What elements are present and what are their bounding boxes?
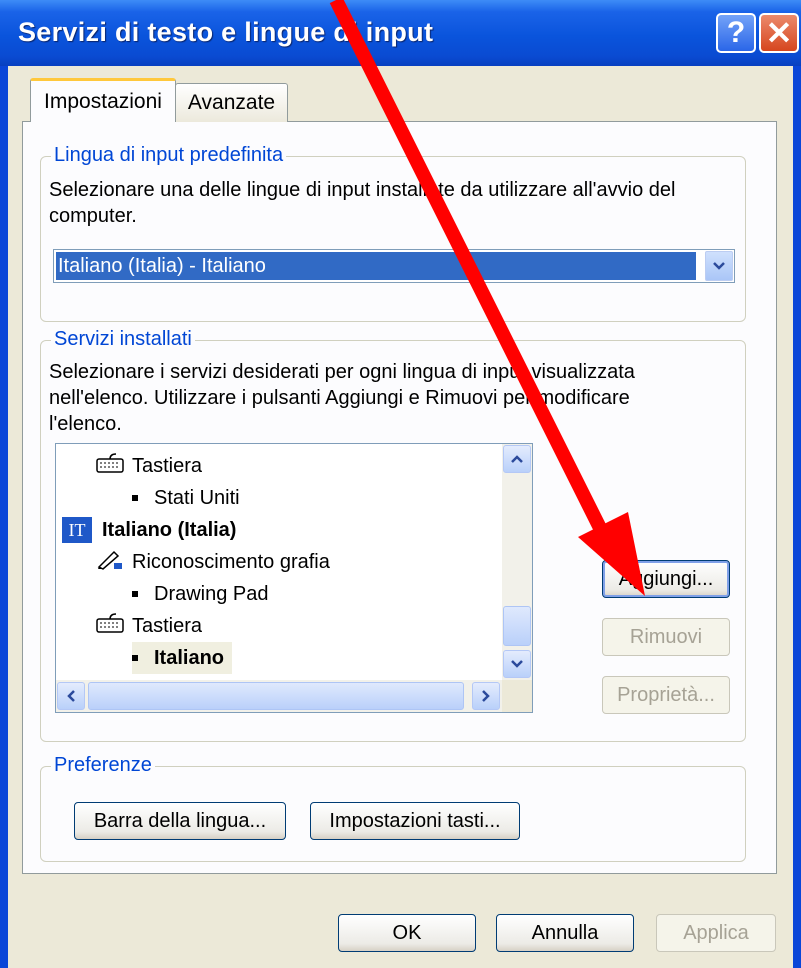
scroll-down-icon[interactable] — [503, 650, 531, 678]
default-language-title: Lingua di input predefinita — [51, 144, 287, 167]
vertical-scroll-thumb[interactable] — [503, 606, 531, 646]
tab-settings[interactable]: Impostazioni — [30, 78, 176, 122]
keyboard-icon — [96, 612, 124, 640]
default-language-desc-2: computer. — [49, 205, 137, 227]
tree-item-label: Italiano (Italia) — [102, 518, 237, 541]
properties-button[interactable]: Proprietà... — [602, 676, 730, 714]
default-language-group: Lingua di input predefinita Selezionare … — [40, 144, 746, 322]
tab-advanced[interactable]: Avanzate — [175, 83, 288, 122]
close-button[interactable]: ✕ — [759, 13, 799, 53]
remove-button[interactable]: Rimuovi — [602, 618, 730, 656]
vertical-scrollbar[interactable] — [502, 444, 532, 680]
tree-item-keyboard-it[interactable]: Tastiera — [96, 610, 202, 642]
tree-item-label: Italiano — [154, 646, 225, 669]
scroll-right-icon[interactable] — [472, 682, 500, 710]
tree-item-italian-italy[interactable]: IT Italiano (Italia) — [62, 514, 236, 546]
key-settings-button[interactable]: Impostazioni tasti... — [310, 802, 520, 840]
tree-item-label: Drawing Pad — [154, 582, 269, 605]
horizontal-scrollbar[interactable] — [56, 680, 502, 712]
tree-item-label: Tastiera — [132, 614, 203, 637]
services-tree-list[interactable]: Tastiera Stati Uniti IT Italiano (Italia… — [55, 443, 533, 713]
scroll-up-icon[interactable] — [503, 445, 531, 473]
tree-item-us-layout[interactable]: Stati Uniti — [132, 482, 240, 514]
tree-item-label: Tastiera — [132, 454, 203, 477]
cancel-button[interactable]: Annulla — [496, 914, 634, 952]
tree-item-drawing-pad[interactable]: Drawing Pad — [132, 578, 269, 610]
scroll-corner — [502, 680, 532, 712]
installed-services-title: Servizi installati — [51, 328, 195, 351]
tree-item-label: Stati Uniti — [154, 486, 240, 509]
tree-item-keyboard-us[interactable]: Tastiera — [96, 450, 202, 482]
installed-services-desc-1: Selezionare i servizi desiderati per ogn… — [49, 361, 635, 383]
help-button[interactable]: ? — [716, 13, 756, 53]
pen-icon — [96, 548, 124, 576]
language-badge-icon: IT — [62, 517, 92, 543]
tree-item-label: Riconoscimento grafia — [132, 550, 330, 573]
installed-services-desc-3: l'elenco. — [49, 413, 122, 435]
bullet-icon — [132, 591, 138, 597]
default-language-combobox[interactable]: Italiano (Italia) - Italiano — [53, 249, 735, 283]
default-language-selected: Italiano (Italia) - Italiano — [56, 252, 696, 280]
apply-button[interactable]: Applica — [656, 914, 776, 952]
bullet-icon — [132, 655, 138, 661]
tree-item-italian-layout[interactable]: Italiano — [132, 642, 233, 674]
language-bar-button[interactable]: Barra della lingua... — [74, 802, 286, 840]
default-language-desc-1: Selezionare una delle lingue di input in… — [49, 179, 676, 201]
add-button[interactable]: Aggiungi... — [602, 560, 730, 598]
installed-services-desc-2: nell'elenco. Utilizzare i pulsanti Aggiu… — [49, 387, 630, 409]
dialog-client-area: Impostazioni Avanzate Lingua di input pr… — [8, 66, 793, 968]
window-title: Servizi di testo e lingue di input — [18, 17, 434, 47]
title-bar[interactable]: Servizi di testo e lingue di input ? ✕ — [0, 0, 801, 66]
keyboard-icon — [96, 452, 124, 480]
scroll-left-icon[interactable] — [57, 682, 85, 710]
ok-button[interactable]: OK — [338, 914, 476, 952]
bullet-icon — [132, 495, 138, 501]
preferences-title: Preferenze — [51, 754, 155, 777]
dialog-window: Servizi di testo e lingue di input ? ✕ I… — [0, 0, 801, 968]
tree-item-handwriting[interactable]: Riconoscimento grafia — [96, 546, 330, 578]
chevron-down-icon[interactable] — [705, 251, 733, 281]
horizontal-scroll-thumb[interactable] — [88, 682, 464, 710]
